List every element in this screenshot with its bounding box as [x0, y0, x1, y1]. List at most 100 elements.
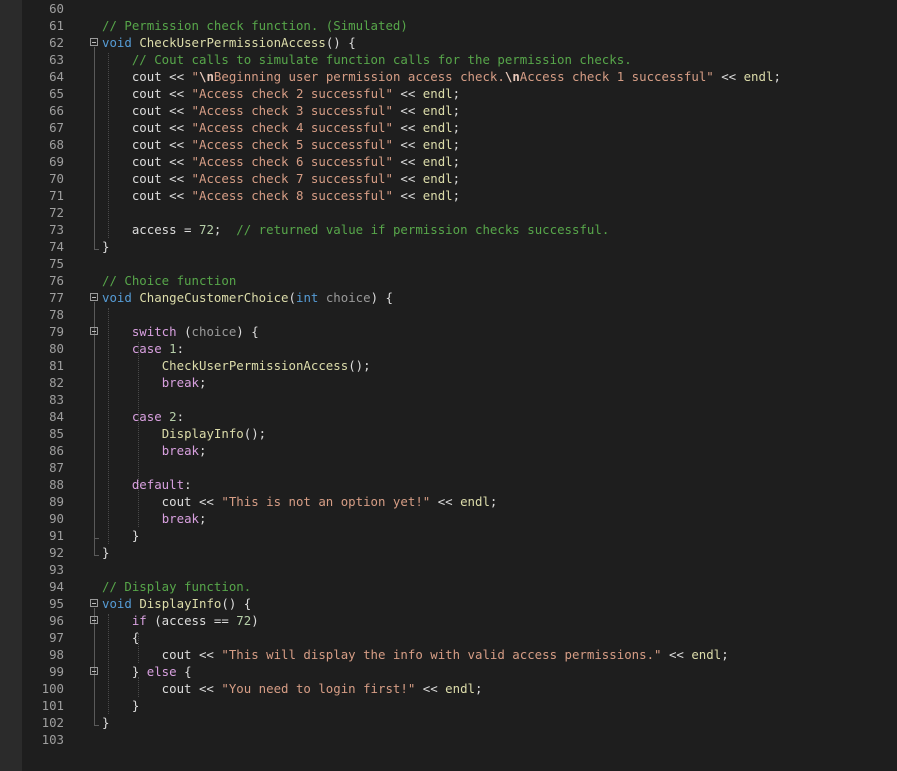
code-token: void	[102, 35, 132, 50]
code-token: ;	[489, 494, 498, 509]
code-token: // Choice function	[102, 273, 237, 288]
code-token: }	[102, 528, 140, 543]
line-number: 79	[49, 324, 64, 339]
code-token: 72	[198, 222, 214, 237]
code-text: CheckUserPermissionAccess();	[102, 357, 371, 374]
outline-guide	[94, 47, 95, 249]
code-token: void	[102, 596, 132, 611]
code-token: ;	[452, 86, 461, 101]
code-token: "Access check 8 successful"	[191, 188, 393, 203]
collapse-icon[interactable]	[90, 327, 98, 335]
code-token: }	[102, 698, 140, 713]
code-text: }	[102, 238, 109, 255]
code-token: cout <<	[102, 188, 192, 203]
code-token: "Access check 4 successful"	[191, 120, 393, 135]
code-token: }	[102, 664, 147, 679]
code-token: endl	[422, 137, 453, 152]
code-token: endl	[691, 647, 722, 662]
code-token: endl	[422, 103, 453, 118]
code-token: endl	[445, 681, 476, 696]
code-token: DisplayInfo	[161, 426, 244, 441]
line-number: 81	[49, 358, 64, 373]
code-token: "Access check 5 successful"	[191, 137, 393, 152]
code-token: cout <<	[102, 103, 192, 118]
code-token: "Access check 6 successful"	[191, 154, 393, 169]
code-token: "This is not an option yet!"	[221, 494, 431, 509]
line-number: 98	[49, 647, 64, 662]
code-token: :	[184, 477, 192, 492]
code-text: cout << "Access check 2 successful" << e…	[102, 85, 460, 102]
line-number: 93	[49, 562, 64, 577]
line-number: 103	[41, 732, 64, 747]
collapse-icon[interactable]	[90, 599, 98, 607]
code-token: ChangeCustomerChoice	[139, 290, 289, 305]
code-text: switch (choice) {	[102, 323, 259, 340]
code-token: break	[161, 443, 199, 458]
code-token: <<	[430, 494, 461, 509]
code-token: }	[102, 239, 110, 254]
code-text: // Display function.	[102, 578, 251, 595]
code-token: ;	[452, 188, 461, 203]
code-text: }	[102, 544, 109, 561]
line-number: 75	[49, 256, 64, 271]
outline-guide-end	[94, 555, 99, 556]
line-number: 95	[49, 596, 64, 611]
collapse-icon[interactable]	[90, 667, 98, 675]
code-token: {	[102, 630, 140, 645]
line-number: 67	[49, 120, 64, 135]
code-token: ();	[243, 426, 267, 441]
code-text: }	[102, 714, 109, 731]
code-token: cout <<	[102, 86, 192, 101]
line-number: 78	[49, 307, 64, 322]
code-token: }	[102, 545, 110, 560]
code-token: }	[102, 715, 110, 730]
code-token: <<	[392, 137, 423, 152]
code-token: void	[102, 290, 132, 305]
code-token: endl	[422, 154, 453, 169]
code-text: void DisplayInfo() {	[102, 595, 251, 612]
code-token: <<	[392, 171, 423, 186]
line-number: 82	[49, 375, 64, 390]
collapse-icon[interactable]	[90, 293, 98, 301]
code-token: if	[131, 613, 147, 628]
code-token: 72	[236, 613, 252, 628]
line-number: 63	[49, 52, 64, 67]
code-text: }	[102, 697, 139, 714]
line-number: 85	[49, 426, 64, 441]
line-number: 87	[49, 460, 64, 475]
code-token: (access ==	[146, 613, 237, 628]
code-token: \n	[504, 69, 520, 84]
code-token: <<	[392, 120, 423, 135]
line-number: 84	[49, 409, 64, 424]
code-token: ;	[213, 222, 237, 237]
code-token: break	[161, 375, 199, 390]
code-token: cout <<	[102, 137, 192, 152]
collapse-icon[interactable]	[90, 616, 98, 624]
code-token: ;	[452, 120, 461, 135]
code-text: cout << "You need to login first!" << en…	[102, 680, 483, 697]
code-editor[interactable]: 60 61 // Permission check function. (Simul…	[0, 0, 897, 771]
code-text: cout << "This is not an option yet!" << …	[102, 493, 498, 510]
line-number: 86	[49, 443, 64, 458]
code-token: {	[176, 664, 192, 679]
code-token: endl	[422, 171, 453, 186]
line-number: 73	[49, 222, 64, 237]
code-token: () {	[221, 596, 252, 611]
code-token: cout <<	[102, 171, 192, 186]
editor-margin	[0, 0, 22, 771]
line-number: 62	[49, 35, 64, 50]
code-text: void ChangeCustomerChoice(int choice) {	[102, 289, 393, 306]
collapse-icon[interactable]	[90, 38, 98, 46]
code-text: case 2:	[102, 408, 184, 425]
code-token: ;	[452, 137, 461, 152]
line-number: 60	[49, 1, 64, 16]
code-text: cout << "Access check 8 successful" << e…	[102, 187, 460, 204]
code-token: (	[176, 324, 192, 339]
code-token: ;	[773, 69, 781, 84]
code-token: ;	[199, 511, 207, 526]
code-token: choice	[325, 290, 371, 305]
